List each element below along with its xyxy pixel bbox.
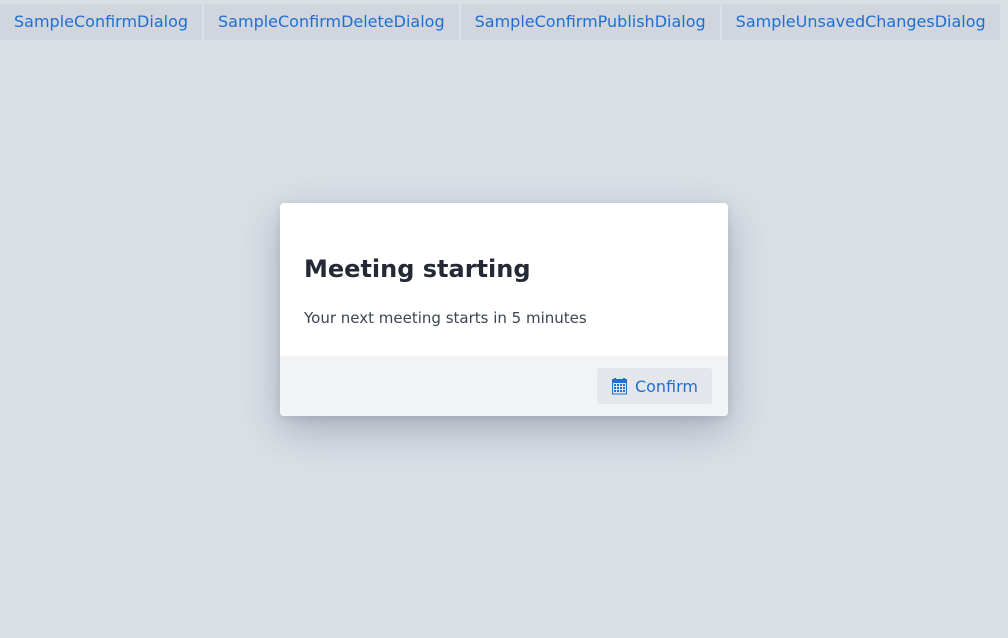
tab-sample-confirm-delete-dialog[interactable]: SampleConfirmDeleteDialog — [204, 4, 459, 40]
sample-tab-bar: SampleConfirmDialog SampleConfirmDeleteD… — [0, 4, 1000, 40]
confirm-button-label: Confirm — [634, 376, 698, 396]
dialog-message: Your next meeting starts in 5 minutes — [304, 309, 587, 327]
tab-sample-unsaved-changes-dialog[interactable]: SampleUnsavedChangesDialog — [721, 4, 1000, 40]
dialog-footer: Confirm — [280, 356, 728, 416]
confirm-dialog: Meeting starting Your next meeting start… — [280, 203, 728, 416]
confirm-button[interactable]: Confirm — [596, 368, 712, 404]
dialog-title: Meeting starting — [304, 255, 531, 283]
calendar-icon — [611, 377, 628, 395]
tab-sample-confirm-publish-dialog[interactable]: SampleConfirmPublishDialog — [460, 4, 720, 40]
tab-sample-confirm-dialog[interactable]: SampleConfirmDialog — [0, 4, 203, 40]
dialog-body: Meeting starting Your next meeting start… — [280, 203, 728, 356]
